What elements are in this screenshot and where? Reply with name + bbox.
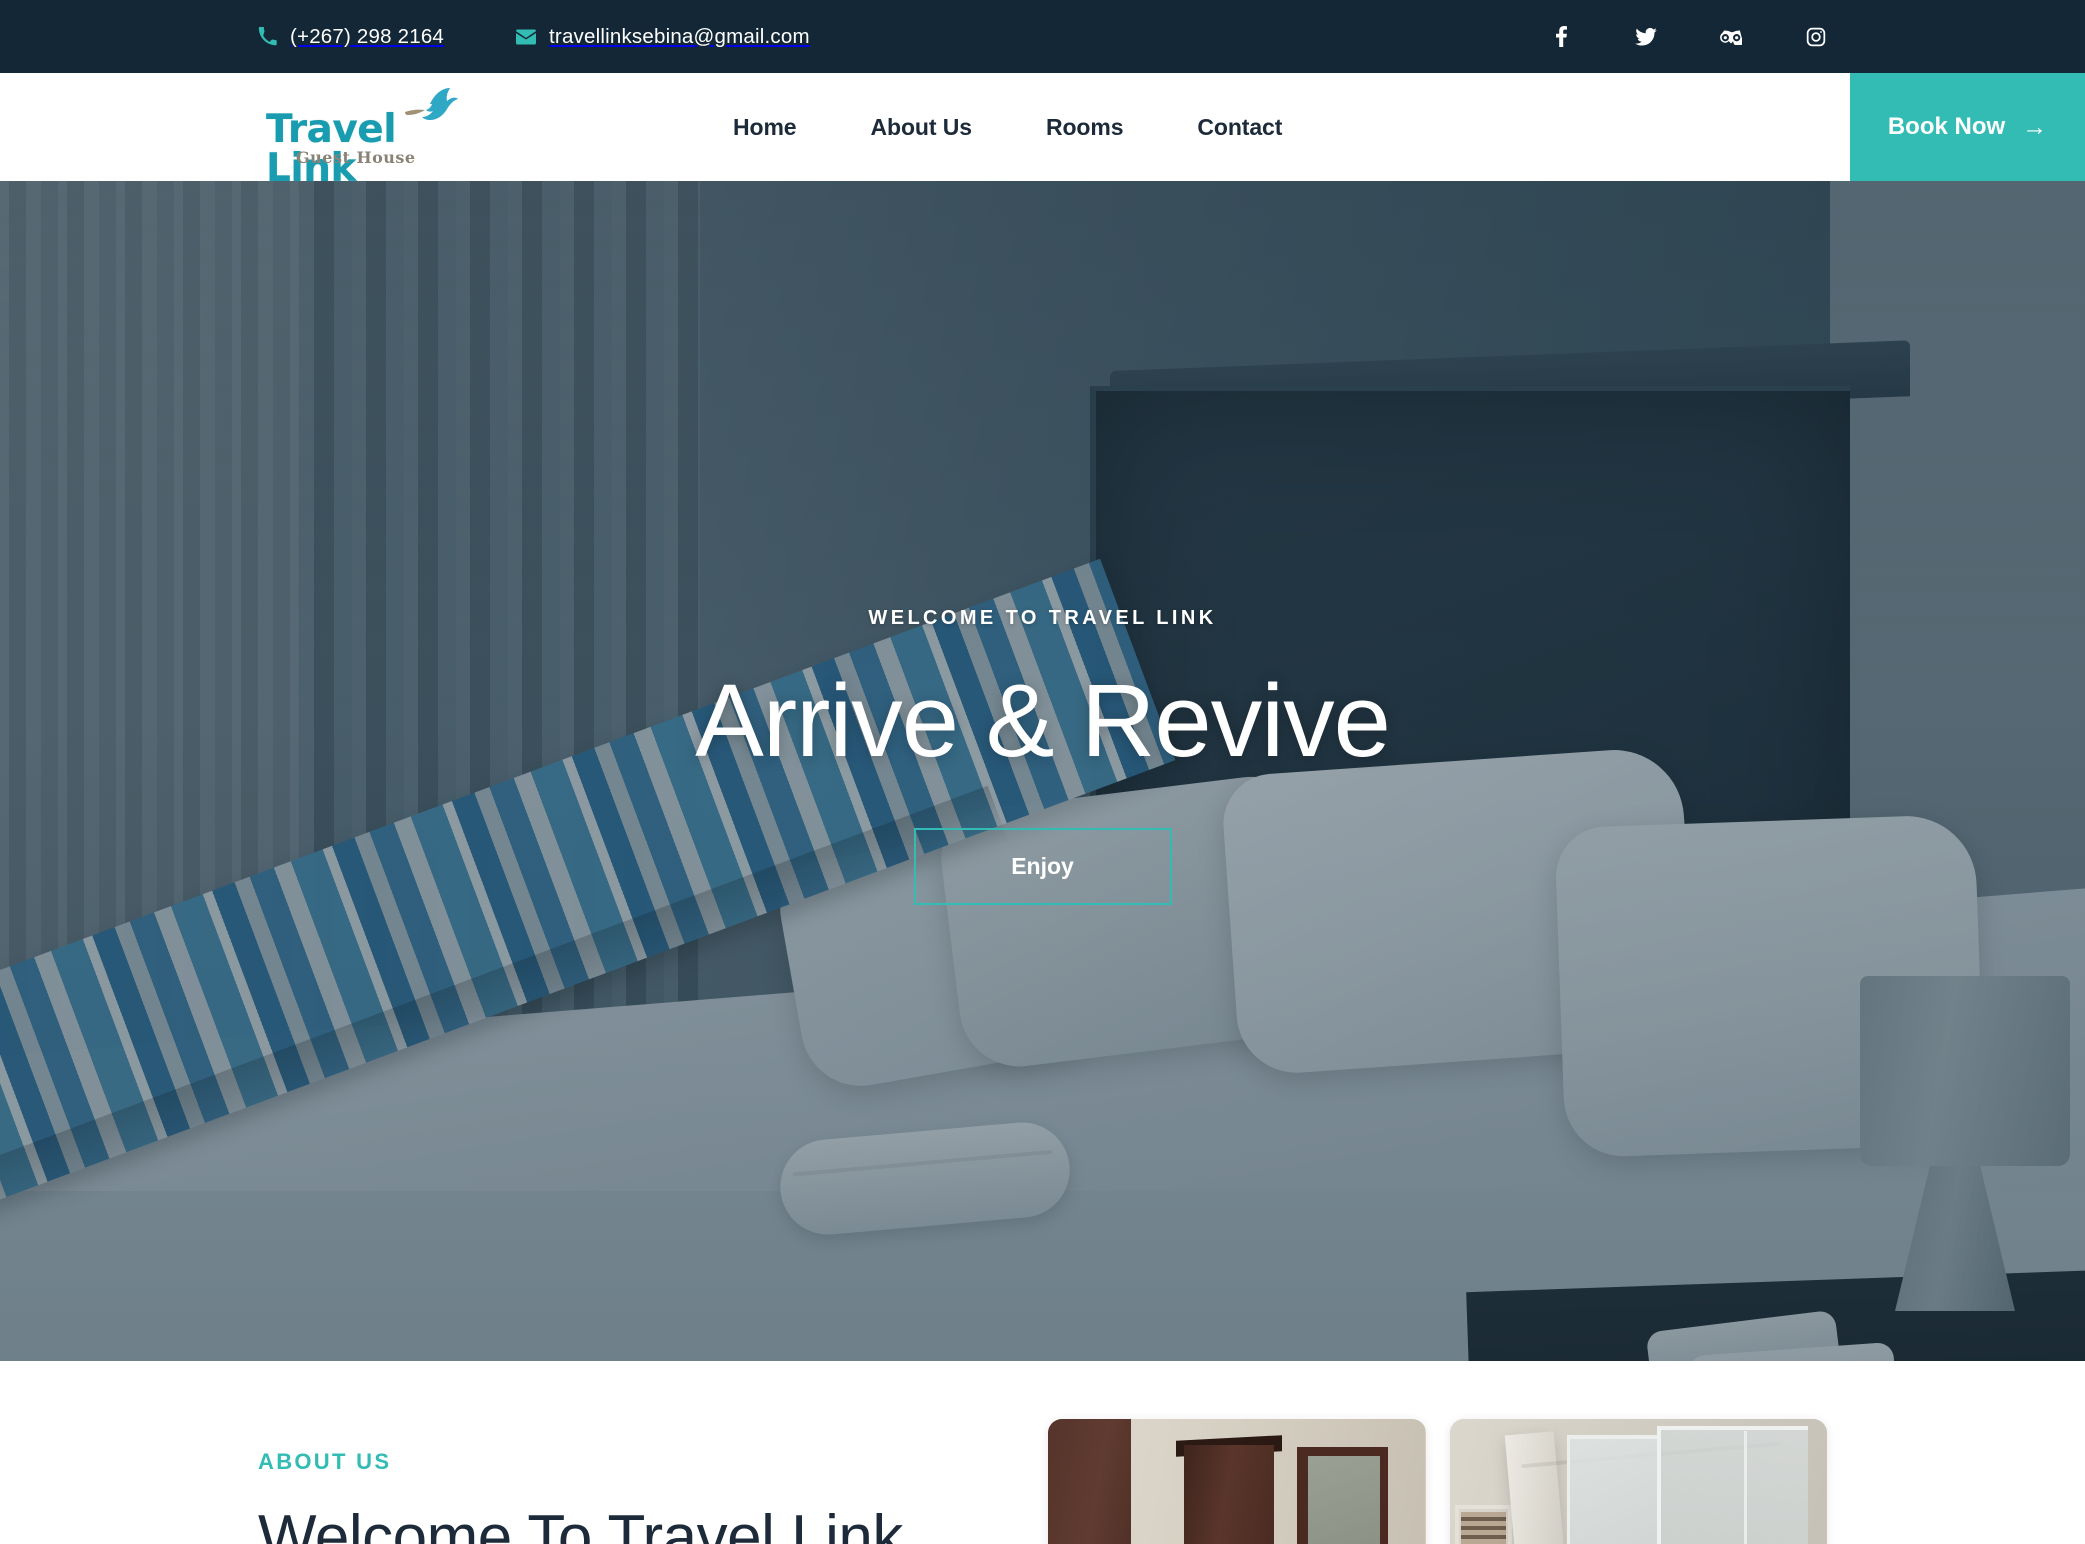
hero-title: Arrive & Revive: [695, 663, 1391, 779]
about-section: ABOUT US Welcome To Travel Link: [0, 1361, 2085, 1544]
arrow-right-icon: →: [2022, 112, 2048, 141]
hero-content: WELCOME TO TRAVEL LINK Arrive & Revive E…: [0, 181, 2085, 1361]
nav-item-home[interactable]: Home: [696, 114, 834, 141]
social-links-group: [1550, 26, 1827, 48]
enjoy-button[interactable]: Enjoy: [913, 827, 1172, 905]
email-contact-link[interactable]: travellinksebina@gmail.com: [516, 25, 810, 49]
envelope-icon: [516, 29, 537, 45]
nav-item-contact[interactable]: Contact: [1160, 114, 1319, 141]
facebook-icon[interactable]: [1550, 26, 1572, 48]
about-image-room[interactable]: [1048, 1419, 1426, 1544]
nav-item-rooms[interactable]: Rooms: [1009, 114, 1160, 141]
top-contact-bar: (+267) 298 2164 travellinksebina@gmail.c…: [0, 0, 2085, 73]
hero-section: WELCOME TO TRAVEL LINK Arrive & Revive E…: [0, 181, 2085, 1361]
phone-number-text: (+267) 298 2164: [290, 24, 445, 48]
about-kicker: ABOUT US: [258, 1449, 392, 1474]
email-address-text: travellinksebina@gmail.com: [549, 24, 810, 48]
tripadvisor-icon[interactable]: [1720, 26, 1742, 48]
hero-eyebrow-text: WELCOME TO TRAVEL LINK: [868, 607, 1217, 630]
about-title: Welcome To Travel Link: [258, 1503, 903, 1544]
phone-icon: [258, 27, 277, 46]
book-now-button[interactable]: Book Now →: [1850, 73, 2085, 181]
about-image-gallery: [1048, 1361, 1827, 1544]
contact-info-group: (+267) 298 2164 travellinksebina@gmail.c…: [258, 25, 810, 49]
site-header: Travel Link Guest House Home About Us Ro…: [0, 73, 2085, 188]
main-navigation: Home About Us Rooms Contact: [690, 73, 1850, 181]
logo-area[interactable]: Travel Link Guest House: [0, 73, 690, 188]
instagram-icon[interactable]: [1805, 26, 1827, 48]
site-logo[interactable]: Travel Link Guest House: [258, 88, 468, 188]
phone-contact-link[interactable]: (+267) 298 2164: [258, 25, 444, 49]
nav-item-about-us[interactable]: About Us: [834, 114, 1009, 141]
book-now-label: Book Now: [1887, 113, 2006, 140]
about-image-bathroom[interactable]: [1449, 1419, 1827, 1544]
logo-sub-text: Guest House: [296, 148, 416, 167]
about-text-column: ABOUT US Welcome To Travel Link: [258, 1361, 1048, 1544]
twitter-icon[interactable]: [1635, 26, 1657, 48]
